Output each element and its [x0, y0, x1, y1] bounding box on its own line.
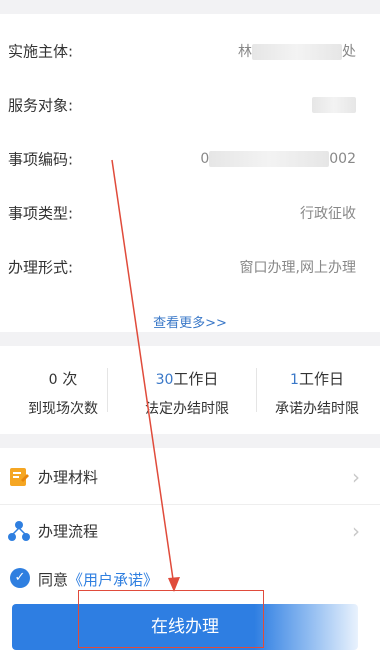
detail-row-handling-form: 办理形式: 窗口办理,网上办理	[0, 240, 380, 294]
divider	[107, 368, 108, 412]
chevron-right-icon: ›	[352, 465, 360, 489]
stats-section: 0 次 到现场次数 30工作日 法定办结时限 1工作日 承诺办结时限	[0, 346, 380, 434]
detail-row-implementing-body: 实施主体: 林处	[0, 24, 380, 78]
detail-value: 0 002	[200, 151, 356, 167]
detail-row-item-code: 事项编码: 0 002	[0, 132, 380, 186]
detail-label: 实施主体:	[8, 42, 74, 61]
process-item[interactable]: 办理流程 ›	[0, 504, 380, 558]
materials-label: 办理材料	[38, 468, 99, 487]
redacted-text	[252, 44, 342, 60]
stat-number: 30	[155, 372, 174, 388]
detail-row-item-type: 事项类型: 行政征收	[0, 186, 380, 240]
stat-label: 法定办结时限	[145, 401, 229, 417]
flow-icon	[8, 520, 30, 542]
detail-label: 服务对象:	[8, 96, 74, 115]
stat-promised-time-limit: 1工作日 承诺办结时限	[254, 346, 380, 434]
stat-unit: 工作日	[298, 370, 344, 388]
chevron-right-icon: ›	[352, 519, 360, 543]
stat-legal-time-limit: 30工作日 法定办结时限	[124, 346, 250, 434]
highlight-box	[78, 590, 264, 648]
document-icon	[8, 466, 30, 488]
process-label: 办理流程	[38, 522, 99, 541]
see-more-link[interactable]: 查看更多>>	[0, 312, 380, 331]
stat-label: 承诺办结时限	[275, 401, 359, 417]
checkbox-checked-icon[interactable]: ✓	[10, 568, 30, 588]
stat-number: 1	[290, 372, 299, 388]
agree-text: 同意	[38, 571, 69, 589]
detail-label: 办理形式:	[8, 258, 74, 277]
detail-value: 林处	[238, 44, 356, 60]
detail-label: 事项类型:	[8, 204, 74, 223]
stat-unit: 工作日	[173, 370, 219, 388]
redacted-text	[312, 97, 356, 113]
details-section: 实施主体: 林处 服务对象: 事项编码: 0 002 事项类型: 行政征收 办理形…	[0, 14, 380, 332]
stat-unit: 次	[62, 370, 78, 388]
detail-row-service-target: 服务对象:	[0, 78, 380, 132]
links-section: 办理材料 › 办理流程 ›	[0, 448, 380, 558]
detail-value: 行政征收	[300, 206, 356, 222]
redacted-text	[209, 151, 330, 167]
user-commitment-link[interactable]: 《用户承诺》	[68, 571, 158, 589]
stat-number: 0	[48, 372, 58, 388]
detail-value: 窗口办理,网上办理	[239, 260, 356, 276]
detail-value	[312, 97, 356, 113]
materials-item[interactable]: 办理材料 ›	[0, 450, 380, 504]
detail-label: 事项编码:	[8, 150, 74, 169]
